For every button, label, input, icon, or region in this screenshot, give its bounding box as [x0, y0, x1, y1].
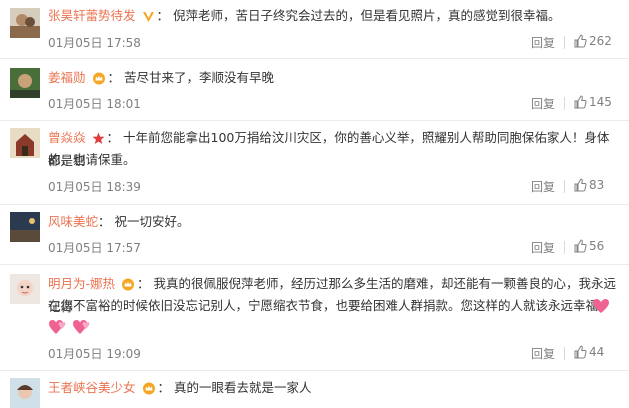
- heart-emoji-icon: [72, 318, 92, 340]
- thumbs-up-icon: [574, 178, 587, 192]
- heart-emoji-icon: [48, 318, 68, 340]
- username-link[interactable]: 曾焱焱: [48, 130, 86, 145]
- comment-body: 王者峡谷美少女 ： 真的一眼看去就是一家人: [48, 378, 617, 401]
- comment-text: 真的一眼看去就是一家人: [173, 380, 312, 395]
- crown-icon: [92, 71, 106, 91]
- avatar[interactable]: [10, 128, 40, 158]
- like-button[interactable]: 83: [573, 178, 604, 192]
- thumbs-up-icon: [574, 239, 587, 253]
- heart-emoji-icon: [592, 298, 610, 318]
- username-link[interactable]: 王者峡谷美少女: [48, 380, 136, 395]
- comment-text-line-2: 的，也请保重。: [48, 152, 136, 167]
- username-link[interactable]: 姜福勋: [48, 70, 86, 85]
- thumbs-up-icon: [574, 34, 587, 48]
- divider: [564, 347, 565, 360]
- crown-icon: [121, 277, 135, 297]
- like-button[interactable]: 262: [573, 34, 612, 48]
- comment-time: 01月05日 18:01: [48, 97, 141, 111]
- like-count: 83: [589, 178, 605, 192]
- username-link[interactable]: 张昊轩蕾势待发: [48, 8, 136, 23]
- divider: [0, 204, 629, 205]
- avatar[interactable]: [10, 378, 40, 408]
- comment-body: 姜福勋 ： 苦尽甘来了，李顺没有早晚: [48, 68, 617, 91]
- comment-time: 01月05日 17:57: [48, 241, 141, 255]
- username-link[interactable]: 明月为-娜热: [48, 276, 115, 291]
- emoji-row: [48, 318, 92, 340]
- avatar[interactable]: [10, 274, 40, 304]
- comment-text: 苦尽甘来了，李顺没有早晚: [123, 70, 274, 85]
- divider: [0, 264, 629, 265]
- username-link[interactable]: 风味美蛇: [48, 214, 98, 229]
- comment-text: 倪萍老师，苦日子终究会过去的，但是看见照片，真的感觉到很幸福。: [172, 8, 561, 23]
- comment-time: 01月05日 18:39: [48, 180, 141, 194]
- reply-button[interactable]: 回复: [531, 345, 555, 362]
- like-count: 145: [589, 95, 612, 109]
- thumbs-up-icon: [574, 345, 587, 359]
- divider: [0, 370, 629, 371]
- divider: [564, 97, 565, 110]
- comment-body: 张昊轩蕾势待发 ： 倪萍老师，苦日子终究会过去的，但是看见照片，真的感觉到很幸福…: [48, 6, 617, 29]
- star-icon: [92, 131, 105, 151]
- avatar[interactable]: [10, 68, 40, 98]
- reply-button[interactable]: 回复: [531, 95, 555, 112]
- like-button[interactable]: 56: [573, 239, 604, 253]
- comment-text: 祝一切安好。: [114, 214, 190, 229]
- divider: [564, 180, 565, 193]
- comment-time: 01月05日 17:58: [48, 36, 141, 50]
- comment-body: 风味美蛇： 祝一切安好。: [48, 214, 190, 229]
- reply-button[interactable]: 回复: [531, 239, 555, 256]
- like-count: 56: [589, 239, 605, 253]
- avatar[interactable]: [10, 212, 40, 242]
- avatar[interactable]: [10, 8, 40, 38]
- divider: [564, 241, 565, 254]
- reply-button[interactable]: 回复: [531, 34, 555, 51]
- like-button[interactable]: 145: [573, 95, 612, 109]
- like-count: 44: [589, 345, 605, 359]
- like-button[interactable]: 44: [573, 345, 604, 359]
- reply-button[interactable]: 回复: [531, 178, 555, 195]
- divider: [0, 120, 629, 121]
- comment-text-line-2: 在您不富裕的时候依旧没忘记别人，宁愿缩衣节食，也要给困难人群捐款。您这样的人就该…: [48, 298, 611, 313]
- comment-time: 01月05日 19:09: [48, 347, 141, 361]
- vip-v-icon: [142, 9, 155, 29]
- crown-icon: [142, 381, 156, 401]
- divider: [0, 58, 629, 59]
- thumbs-up-icon: [574, 95, 587, 109]
- like-count: 262: [589, 34, 612, 48]
- divider: [564, 36, 565, 49]
